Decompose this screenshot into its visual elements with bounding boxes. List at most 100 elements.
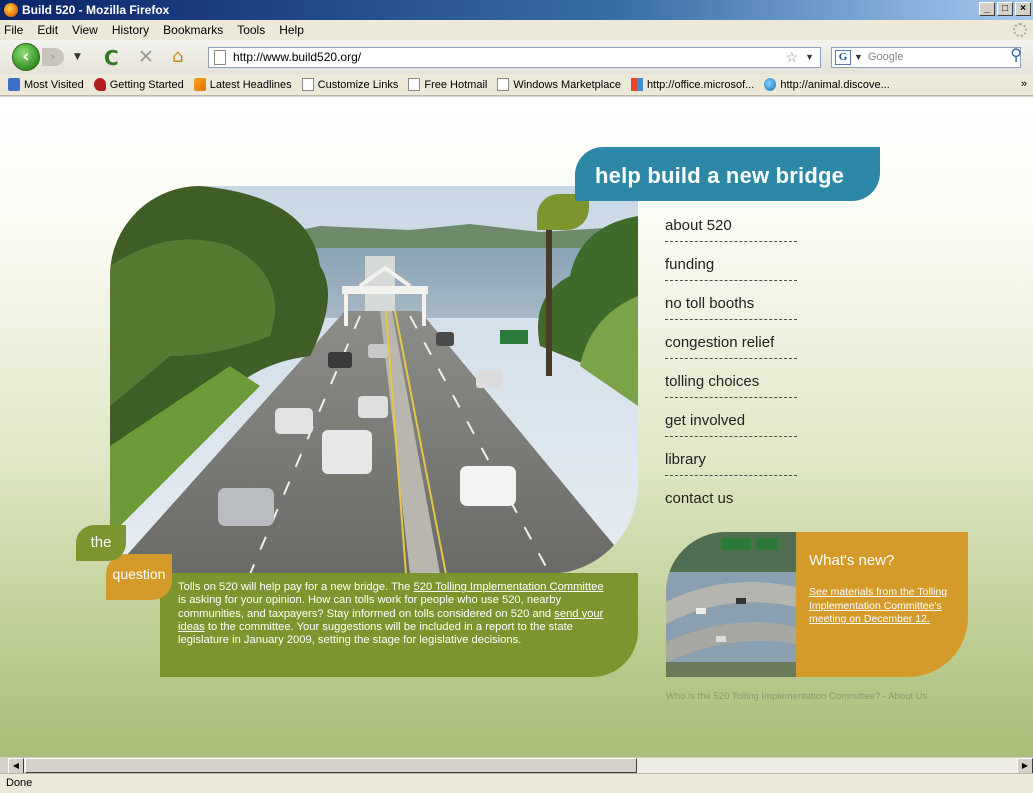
divider [665,436,797,437]
engine-dropdown-icon[interactable]: ▼ [854,48,863,67]
bookmarks-overflow-icon[interactable]: » [1021,78,1027,90]
question-panel: Tolls on 520 will help pay for a new bri… [160,573,638,677]
bookmark-label: http://animal.discove... [780,78,890,91]
bookmark-star-icon[interactable]: ☆ [785,48,798,67]
firefox-leaf-icon [93,78,106,91]
menu-view[interactable]: View [72,23,98,37]
question-text: to the committee. Your suggestions will … [178,620,573,647]
window-title: Build 520 - Mozilla Firefox [22,3,170,17]
bookmark-windows-marketplace[interactable]: Windows Marketplace [497,78,621,91]
nav-funding[interactable]: funding [665,248,805,287]
nav-label: library [665,451,706,468]
horizontal-scrollbar[interactable]: ◀ ▶ [8,757,1033,774]
bookmark-getting-started[interactable]: Getting Started [93,78,184,91]
nav-get-involved[interactable]: get involved [665,404,805,443]
window-titlebar: Build 520 - Mozilla Firefox _ □ × [0,0,1033,20]
nav-congestion-relief[interactable]: congestion relief [665,326,805,365]
firefox-icon [4,3,18,17]
divider [665,280,797,281]
bookmark-label: Windows Marketplace [513,78,621,91]
globe-icon [764,78,777,91]
bookmark-animal[interactable]: http://animal.discove... [764,78,890,91]
close-button[interactable]: × [1015,2,1031,16]
bookmark-label: Most Visited [24,78,84,91]
menu-edit[interactable]: Edit [37,23,58,37]
menu-tools[interactable]: Tools [237,23,265,37]
page-icon [214,50,226,65]
menu-bookmarks[interactable]: Bookmarks [163,23,223,37]
nav-label: about 520 [665,217,732,234]
url-dropdown-icon[interactable]: ▼ [805,48,814,67]
stop-icon[interactable]: ✕ [138,46,154,68]
nav-label: contact us [665,490,734,507]
divider [665,397,797,398]
hero-bridge-photo [110,186,638,574]
status-text: Done [6,777,33,789]
divider [665,319,797,320]
search-input[interactable]: G ▼ Google ⚲ [831,46,1022,68]
url-bar[interactable]: http://www.build520.org/ ☆ ▼ [208,47,821,68]
history-dropdown-icon[interactable]: ▼ [74,52,81,62]
bookmark-free-hotmail[interactable]: Free Hotmail [408,78,487,91]
menu-file[interactable]: File [4,23,23,37]
reload-icon[interactable]: C [104,46,119,70]
committee-link[interactable]: 520 Tolling Implementation Committee [414,581,604,593]
nav-no-toll-booths[interactable]: no toll booths [665,287,805,326]
the-tag: the [76,525,126,561]
nav-library[interactable]: library [665,443,805,482]
rss-icon [193,78,206,91]
menu-bar: File Edit View History Bookmarks Tools H… [0,20,1033,40]
tolling-materials-link[interactable]: See materials from the Tolling Implement… [809,586,959,627]
nav-label: funding [665,256,715,273]
bookmark-office[interactable]: http://office.microsof... [630,78,755,91]
back-button[interactable]: ‹ [12,43,40,71]
nav-about-520[interactable]: about 520 [665,209,805,248]
navigation-toolbar: ‹ › ▼ C ✕ ⌂ http://www.build520.org/ ☆ ▼… [0,40,1033,74]
question-text: Tolls on 520 will help pay for a new bri… [178,581,414,593]
status-bar: Done [0,773,1033,793]
bookmark-label: http://office.microsof... [646,78,755,91]
site-banner: help build a new bridge [575,147,880,201]
menu-help[interactable]: Help [279,23,304,37]
bookmark-label: Latest Headlines [209,78,292,91]
bookmark-most-visited[interactable]: Most Visited [8,78,84,91]
home-icon[interactable]: ⌂ [172,46,183,67]
minimize-button[interactable]: _ [979,2,995,16]
bookmark-label: Free Hotmail [424,78,488,91]
whats-new-panel: What's new? See materials from the Tolli… [666,532,968,677]
bookmark-label: Customize Links [317,78,399,91]
nav-tolling-choices[interactable]: tolling choices [665,365,805,404]
nav-contact-us[interactable]: contact us [665,482,805,521]
divider [665,358,797,359]
nav-label: get involved [665,412,746,429]
page-icon [408,78,421,91]
bookmark-customize-links[interactable]: Customize Links [301,78,399,91]
nav-label: tolling choices [665,373,760,390]
question-text: is asking for your opinion. How can toll… [178,594,562,620]
nav-label: no toll booths [665,295,755,312]
throbber-icon [1013,23,1027,37]
scroll-right-icon[interactable]: ▶ [1017,758,1033,774]
forward-button[interactable]: › [42,48,64,66]
question-tag: question [106,554,172,600]
footer-links[interactable]: Who is the 520 Tolling Implementation Co… [666,691,927,702]
divider [665,241,797,242]
highway-interchange-photo [666,532,796,677]
bridge-illustration [110,186,638,574]
most-visited-icon [8,78,20,91]
scrollbar-thumb[interactable] [25,758,637,773]
menu-history[interactable]: History [112,23,149,37]
search-icon[interactable]: ⚲ [1010,46,1022,65]
maximize-button[interactable]: □ [997,2,1013,16]
scroll-left-icon[interactable]: ◀ [8,758,24,774]
bookmark-label: Getting Started [109,78,184,91]
bookmarks-toolbar: Most Visited Getting Started Latest Head… [0,74,1033,96]
office-icon [630,78,643,91]
search-placeholder: Google [868,51,904,63]
page-icon [301,78,314,91]
google-engine-icon[interactable]: G [835,50,851,65]
bookmark-latest-headlines[interactable]: Latest Headlines [193,78,292,91]
site-nav: about 520 funding no toll booths congest… [665,209,805,521]
page-viewport: help build a new bridge about 520 fundin… [0,97,1033,757]
url-text: http://www.build520.org/ [233,50,362,64]
